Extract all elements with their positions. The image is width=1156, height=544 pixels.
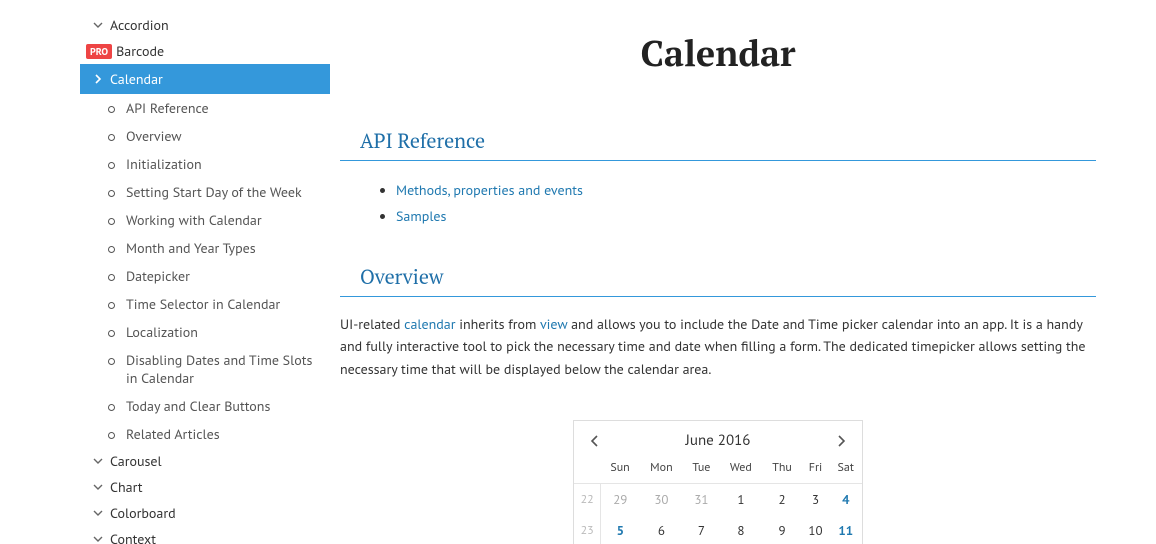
- sidebar-item-label: Colorboard: [110, 504, 176, 522]
- section-heading-api: API Reference: [340, 127, 1096, 161]
- sidebar-subitem[interactable]: Time Selector in Calendar: [116, 290, 330, 318]
- calendar-dow: Tue: [684, 456, 720, 484]
- calendar-grid: SunMonTueWedThuFriSat 222930311234235678…: [574, 456, 862, 544]
- sidebar-subitem[interactable]: Working with Calendar: [116, 206, 330, 234]
- sidebar-item-label: Carousel: [110, 452, 162, 470]
- calendar-widget: June 2016 SunMonTueWedThuFriSat 22293031…: [573, 420, 863, 544]
- sidebar: Accordion PRO Barcode Calendar API Refer…: [0, 0, 330, 544]
- sidebar-subitem[interactable]: Localization: [116, 318, 330, 346]
- calendar-day[interactable]: 6: [639, 515, 683, 544]
- sidebar-subitem[interactable]: Month and Year Types: [116, 234, 330, 262]
- calendar-prev-button[interactable]: [590, 435, 600, 447]
- sidebar-subitem[interactable]: Datepicker: [116, 262, 330, 290]
- sidebar-item[interactable]: Carousel: [80, 448, 330, 474]
- sidebar-subitem[interactable]: API Reference: [116, 94, 330, 122]
- chevron-down-icon: [92, 508, 104, 518]
- calendar-day[interactable]: 3: [802, 484, 830, 516]
- calendar-dow: Sat: [830, 456, 862, 484]
- calendar-day[interactable]: 5: [601, 515, 639, 544]
- sidebar-sublist: API ReferenceOverviewInitializationSetti…: [80, 94, 330, 448]
- sidebar-item-label: Chart: [110, 478, 143, 496]
- sidebar-item-label: Accordion: [110, 16, 169, 34]
- sidebar-item-label: Barcode: [116, 42, 164, 60]
- calendar-week-number: 23: [574, 515, 601, 544]
- calendar-day[interactable]: 30: [639, 484, 683, 516]
- calendar-day[interactable]: 2: [763, 484, 802, 516]
- calendar-day[interactable]: 11: [830, 515, 862, 544]
- calendar-month-label[interactable]: June 2016: [686, 431, 751, 450]
- link-view[interactable]: view: [540, 315, 567, 333]
- calendar-day[interactable]: 10: [802, 515, 830, 544]
- link-methods[interactable]: Methods, properties and events: [396, 181, 583, 199]
- calendar-day[interactable]: 7: [684, 515, 720, 544]
- calendar-week-number: 22: [574, 484, 601, 516]
- chevron-down-icon: [92, 456, 104, 466]
- sidebar-item[interactable]: Colorboard: [80, 500, 330, 526]
- pro-badge: PRO: [86, 44, 112, 59]
- main-content: Calendar API Reference Methods, properti…: [330, 0, 1156, 544]
- calendar-day[interactable]: 1: [719, 484, 762, 516]
- sidebar-item-label: Context: [110, 530, 156, 544]
- chevron-down-icon: [92, 534, 104, 544]
- chevron-down-icon: [92, 482, 104, 492]
- sidebar-subitem[interactable]: Overview: [116, 122, 330, 150]
- link-samples[interactable]: Samples: [396, 207, 446, 225]
- calendar-dow: Wed: [719, 456, 762, 484]
- calendar-day[interactable]: 4: [830, 484, 862, 516]
- api-links: Methods, properties and events Samples: [340, 177, 1096, 229]
- section-heading-overview: Overview: [340, 263, 1096, 297]
- sidebar-subitem[interactable]: Related Articles: [116, 420, 330, 448]
- chevron-right-icon: [92, 74, 104, 84]
- sidebar-subitem[interactable]: Setting Start Day of the Week: [116, 178, 330, 206]
- sidebar-subitem[interactable]: Disabling Dates and Time Slots in Calend…: [116, 346, 330, 392]
- calendar-day[interactable]: 29: [601, 484, 639, 516]
- calendar-next-button[interactable]: [836, 435, 846, 447]
- calendar-dow: Mon: [639, 456, 683, 484]
- sidebar-item[interactable]: Chart: [80, 474, 330, 500]
- page-title: Calendar: [340, 30, 1096, 77]
- calendar-dow: Sun: [601, 456, 639, 484]
- overview-paragraph: UI-related calendar inherits from view a…: [340, 313, 1096, 380]
- sidebar-subitem[interactable]: Initialization: [116, 150, 330, 178]
- chevron-down-icon: [92, 20, 104, 30]
- calendar-day[interactable]: 8: [719, 515, 762, 544]
- calendar-day[interactable]: 9: [763, 515, 802, 544]
- sidebar-item-barcode[interactable]: PRO Barcode: [80, 38, 330, 64]
- link-calendar[interactable]: calendar: [404, 315, 455, 333]
- sidebar-subitem[interactable]: Today and Clear Buttons: [116, 392, 330, 420]
- calendar-dow: Fri: [802, 456, 830, 484]
- calendar-day[interactable]: 31: [684, 484, 720, 516]
- sidebar-item-label: Calendar: [110, 70, 163, 88]
- calendar-dow: Thu: [763, 456, 802, 484]
- sidebar-item-accordion[interactable]: Accordion: [80, 12, 330, 38]
- sidebar-item-calendar[interactable]: Calendar: [80, 64, 330, 94]
- sidebar-item[interactable]: Context: [80, 526, 330, 544]
